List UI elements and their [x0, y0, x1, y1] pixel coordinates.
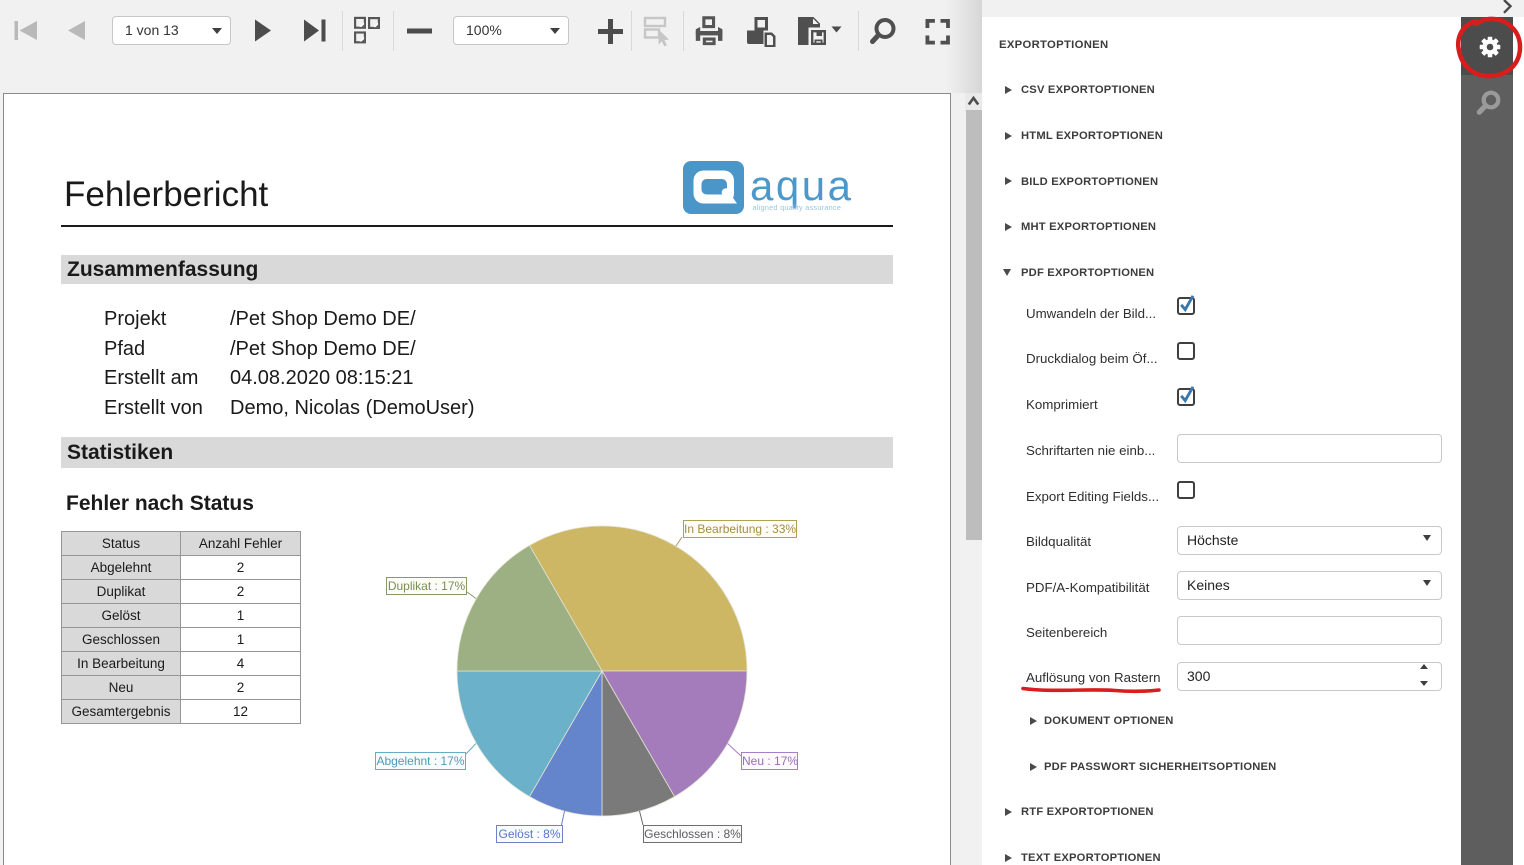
svg-text:aligned quality assurance: aligned quality assurance — [753, 203, 842, 212]
svg-text:aqua: aqua — [750, 162, 853, 209]
